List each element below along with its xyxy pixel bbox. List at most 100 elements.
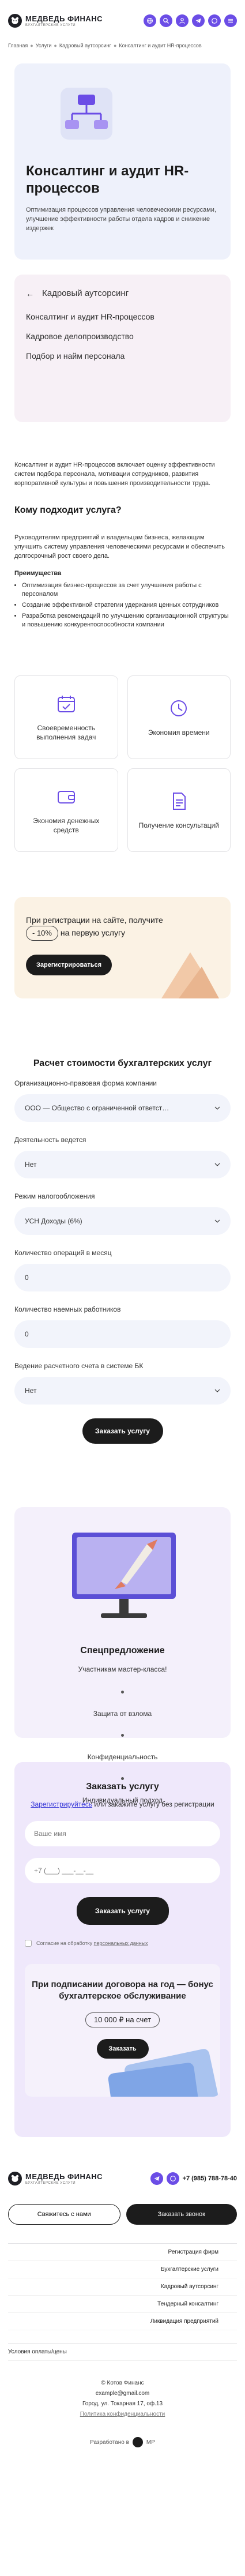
special-item: Конфиденциальность <box>87 1753 158 1761</box>
submenu-item-records[interactable]: Кадровое делопроизводство <box>26 332 219 341</box>
footer-nav-item[interactable]: Кадровый аутсорсинг <box>8 2278 237 2296</box>
special-title: Спецпредложение <box>80 1646 165 1655</box>
promo-text-after: на первую услугу <box>60 928 126 937</box>
promo-text-before: При регистрации на сайте, получите <box>26 915 163 925</box>
globe-icon[interactable] <box>144 14 156 27</box>
monitor-rocket-illustration-icon <box>72 1533 176 1618</box>
submenu-item-consulting[interactable]: Консалтинг и аудит HR-процессов <box>26 312 219 321</box>
contract-bonus-card: При подписании договора на год — бонус б… <box>25 1964 220 2097</box>
whatsapp-icon[interactable] <box>166 2172 179 2185</box>
breadcrumb-separator: ● <box>113 43 117 48</box>
logo[interactable]: МЕДВЕДЬ ФИНАНС БУХГАЛТЕРСКИЕ УСЛУГИ <box>8 14 103 28</box>
consent-checkbox-row[interactable]: Согласие на обработку персональных данны… <box>25 1940 220 1947</box>
employees-count-input[interactable]: 0 <box>14 1320 231 1348</box>
document-icon <box>173 792 186 810</box>
footer-logo-title: МЕДВЕДЬ ФИНАНС <box>25 2172 103 2181</box>
bullet-dot <box>14 1691 231 1693</box>
breadcrumb-separator: ● <box>54 43 57 48</box>
menu-icon[interactable] <box>224 14 237 27</box>
price-calculator: Организационно-правовая форма компании О… <box>14 1079 231 1444</box>
select-value: Нет <box>25 1387 37 1395</box>
chevron-down-icon <box>214 1163 220 1166</box>
feature-grid: Своевременность выполнения задач Экономи… <box>14 675 231 852</box>
field-label: Режим налогообложения <box>14 1192 95 1200</box>
advantage-item: Создание эффективной стратегии удержания… <box>22 601 231 610</box>
consent-checkbox[interactable] <box>25 1940 32 1947</box>
developer-credit: Разработано в MP <box>0 2437 245 2447</box>
tax-regime-select[interactable]: УСН Доходы (6%) <box>14 1207 231 1235</box>
breadcrumb-hr-outsourcing[interactable]: Кадровый аутсорсинг <box>59 42 111 50</box>
feature-card: Экономия денежных средств <box>14 768 118 852</box>
service-submenu: ← Кадровый аутсорсинг Консалтинг и аудит… <box>14 275 231 422</box>
calc-field: Организационно-правовая форма компании О… <box>14 1079 231 1122</box>
panda-logo-icon[interactable] <box>132 2437 143 2447</box>
footer-nav-item[interactable]: Регистрация фирм <box>8 2244 237 2261</box>
breadcrumb: Главная ● Услуги ● Кадровый аутсорсинг ● Ко… <box>0 42 245 50</box>
contract-text: При подписании договора на год — бонус б… <box>32 1980 213 2001</box>
legal-form-select[interactable]: ООО — Общество с ограниченной ответст… <box>14 1094 231 1122</box>
special-item: Защита от взлома <box>93 1710 152 1718</box>
feature-label: Экономия денежных средств <box>33 816 100 834</box>
advantage-item: Оптимизация бизнес-процессов за счет улу… <box>22 581 231 599</box>
contract-price-badge: 10 000 ₽ на счет <box>85 2012 160 2027</box>
privacy-policy-link[interactable]: Политика конфиденциальности <box>80 2411 165 2417</box>
footer-phone[interactable]: +7 (985) 788-78-40 <box>183 2175 237 2182</box>
org-chart-icon <box>55 82 118 145</box>
telegram-icon[interactable] <box>192 14 205 27</box>
field-label: Ведение расчетного счета в системе БК <box>14 1362 144 1370</box>
bullet-dot <box>14 1734 231 1737</box>
footer-nav-item[interactable]: Тендерный консалтинг <box>8 2296 237 2313</box>
hero-card: Консалтинг и аудит HR-процессов Оптимиза… <box>14 63 231 260</box>
request-call-button[interactable]: Заказать звонок <box>126 2204 237 2225</box>
breadcrumb-home[interactable]: Главная <box>8 42 28 50</box>
clock-icon <box>171 700 187 716</box>
input-value: 0 <box>25 1330 29 1338</box>
who-heading: Кому подходит услуга? <box>14 505 122 515</box>
order-submit-button[interactable]: Заказать услугу <box>76 1897 169 1925</box>
submenu-item-recruiting[interactable]: Подбор и найм персонала <box>26 351 219 361</box>
breadcrumb-services[interactable]: Услуги <box>36 42 52 50</box>
footer-nav-item[interactable]: Ликвидация предприятий <box>8 2313 237 2330</box>
footer-nav-item[interactable]: Бухгалтерские услуги <box>8 2261 237 2278</box>
personal-data-link[interactable]: персональных данных <box>94 1940 148 1946</box>
logo-title: МЕДВЕДЬ ФИНАНС <box>25 14 103 23</box>
calculator-order-button[interactable]: Заказать услугу <box>82 1418 163 1444</box>
developer-text: Разработано в <box>90 2439 129 2446</box>
site-header: МЕДВЕДЬ ФИНАНС БУХГАЛТЕРСКИЕ УСЛУГИ <box>0 0 245 42</box>
input-value: 0 <box>25 1274 29 1282</box>
operations-count-input[interactable]: 0 <box>14 1264 231 1291</box>
calendar-check-icon <box>57 695 75 712</box>
feature-label: Своевременность выполнения задач <box>36 723 96 741</box>
search-icon[interactable] <box>160 14 172 27</box>
name-input[interactable] <box>25 1821 220 1846</box>
submenu-back-link[interactable]: ← Кадровый аутсорсинг <box>26 288 219 298</box>
register-button[interactable]: Зарегистрироваться <box>26 955 112 975</box>
consent-text: Согласие на обработку <box>36 1940 94 1946</box>
field-label: Количество наемных работников <box>14 1305 121 1313</box>
chevron-down-icon <box>214 1219 220 1223</box>
advantage-item: Разработка рекомендаций по улучшению орг… <box>22 612 231 629</box>
activity-select[interactable]: Нет <box>14 1151 231 1178</box>
footer-bottom: © Котов Финанс example@gmail.com Город, … <box>0 2378 245 2420</box>
phone-input[interactable] <box>25 1858 220 1883</box>
contract-order-button[interactable]: Заказать <box>96 2039 149 2059</box>
footer-terms-link[interactable]: Условия оплаты/цены <box>8 2343 237 2361</box>
footer-email[interactable]: example@gmail.com <box>0 2389 245 2399</box>
field-label: Организационно-правовая форма компании <box>14 1079 157 1087</box>
select-value: УСН Доходы (6%) <box>25 1217 82 1225</box>
field-label: Деятельность ведется <box>14 1136 86 1144</box>
feature-card: Получение консультаций <box>127 768 231 852</box>
calc-field: Количество наемных работников 0 <box>14 1305 231 1348</box>
contact-us-button[interactable]: Свяжитесь с нами <box>8 2204 120 2225</box>
footer-logo[interactable]: МЕДВЕДЬ ФИНАНС БУХГАЛТЕРСКИЕ УСЛУГИ <box>8 2172 103 2186</box>
bank-account-select[interactable]: Нет <box>14 1377 231 1405</box>
feature-label: Экономия времени <box>148 728 210 737</box>
order-form: Заказать услугу Зарегистрируйтесь или за… <box>14 1762 231 2137</box>
select-value: Нет <box>25 1161 37 1169</box>
user-icon[interactable] <box>176 14 189 27</box>
footer-buttons: Свяжитесь с нами Заказать звонок <box>8 2204 237 2225</box>
footer-logo-subtitle: БУХГАЛТЕРСКИЕ УСЛУГИ <box>25 2181 76 2185</box>
breadcrumb-separator: ● <box>30 43 33 48</box>
whatsapp-icon[interactable] <box>208 14 221 27</box>
telegram-icon[interactable] <box>150 2172 163 2185</box>
